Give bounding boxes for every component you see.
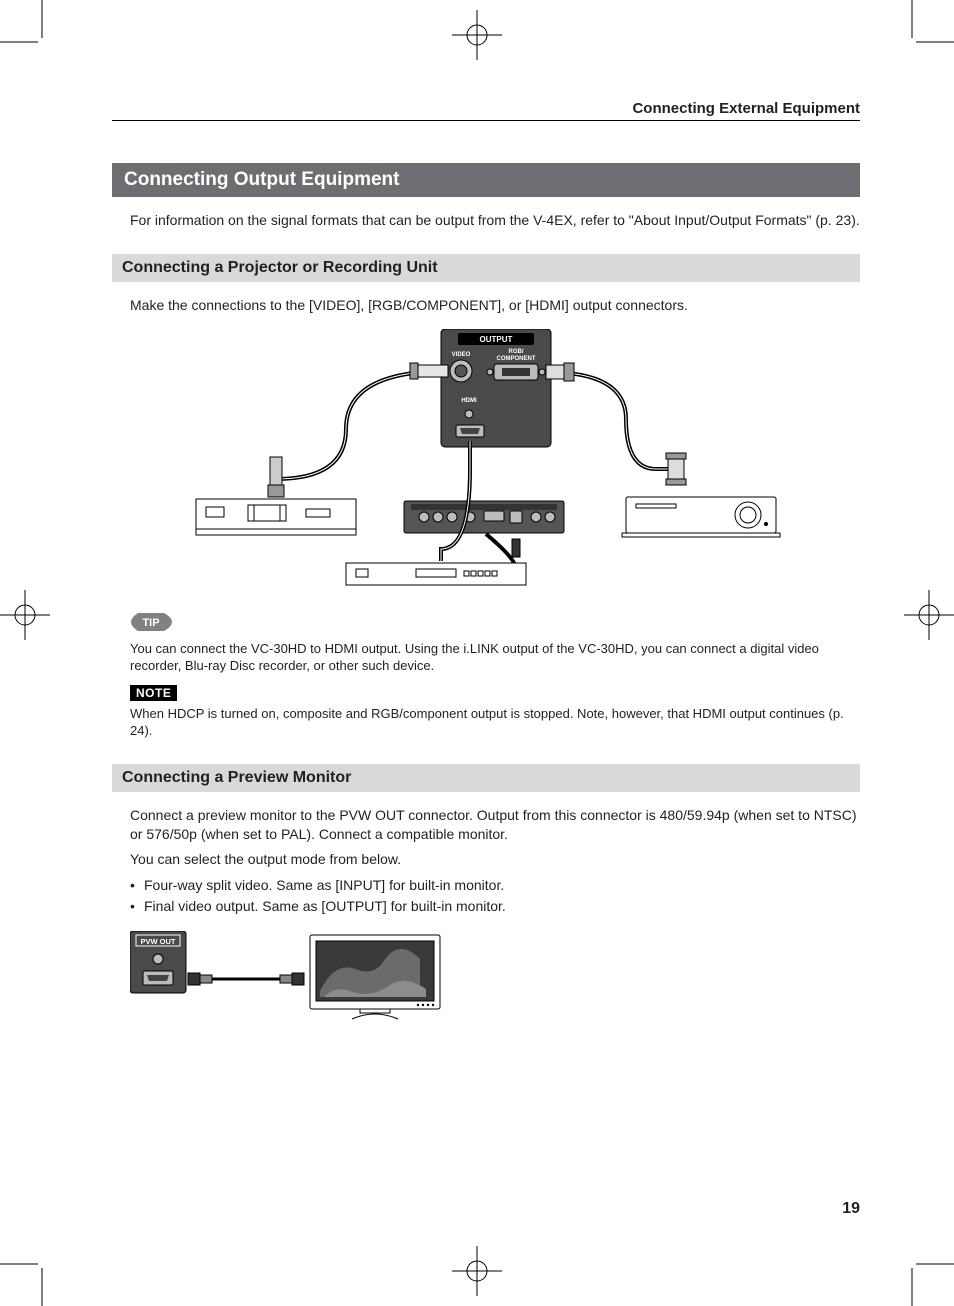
svg-text:COMPONENT: COMPONENT (497, 356, 536, 362)
preview-modes-list: Four-way split video. Same as [INPUT] fo… (130, 875, 860, 917)
panel-video-label: VIDEO (452, 352, 471, 358)
list-item: Four-way split video. Same as [INPUT] fo… (130, 875, 860, 896)
subsection-preview-monitor: Connecting a Preview Monitor (112, 764, 860, 792)
page-number: 19 (112, 1200, 860, 1218)
tip-text: You can connect the VC-30HD to HDMI outp… (130, 640, 860, 675)
section-title-output-equipment: Connecting Output Equipment (112, 163, 860, 197)
svg-text:TIP: TIP (142, 617, 159, 629)
note-text: When HDCP is turned on, composite and RG… (130, 705, 860, 740)
subsection-projector: Connecting a Projector or Recording Unit (112, 254, 860, 282)
running-head: Connecting External Equipment (112, 100, 860, 121)
list-item: Final video output. Same as [OUTPUT] for… (130, 896, 860, 917)
pvw-out-label: PVW OUT (141, 937, 176, 946)
page-content: Connecting External Equipment Connecting… (112, 100, 860, 1041)
panel-output-label: OUTPUT (480, 335, 513, 344)
connection-diagram-1: OUTPUT VIDEO RGB/ COMPONENT HDMI (112, 329, 860, 589)
projector-paragraph: Make the connections to the [VIDEO], [RG… (112, 296, 860, 315)
preview-para-1: Connect a preview monitor to the PVW OUT… (112, 806, 860, 844)
connection-diagram-2: PVW OUT (112, 931, 860, 1021)
preview-para-2: You can select the output mode from belo… (112, 850, 860, 869)
tip-badge: TIP (130, 613, 180, 636)
intro-paragraph: For information on the signal formats th… (112, 211, 860, 230)
svg-text:RGB/: RGB/ (509, 349, 524, 355)
note-badge: NOTE (130, 685, 177, 701)
panel-hdmi-label: HDMI (461, 398, 477, 404)
